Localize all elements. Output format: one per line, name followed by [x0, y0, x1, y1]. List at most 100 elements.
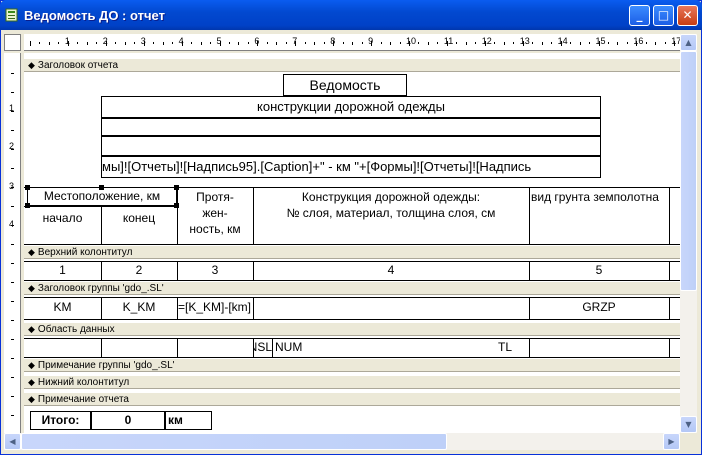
field-nsl[interactable]: NSL: [253, 340, 272, 354]
scroll-up-button[interactable]: ▲: [680, 34, 697, 51]
field-num[interactable]: NUM: [275, 340, 302, 354]
field-grzp[interactable]: GRZP: [529, 300, 669, 314]
vertical-scrollbar[interactable]: ▲ ▼: [680, 34, 697, 433]
section-detail: NSL NUM TL: [24, 336, 680, 358]
section-page-header: 1 2 3 4 5: [24, 259, 680, 281]
ruler-tick: [475, 42, 477, 44]
band-page-header[interactable]: ◆ Верхний колонтитул: [24, 245, 680, 259]
grid-line: [253, 297, 254, 319]
header-length-2[interactable]: жен-: [177, 206, 253, 220]
ruler-tick: [11, 377, 14, 378]
header-construction-1[interactable]: Конструкция дорожной одежды:: [253, 190, 529, 204]
window-title: Ведомость ДО : отчет: [24, 8, 165, 23]
vertical-scroll-thumb[interactable]: [680, 51, 697, 291]
report-subtitle[interactable]: конструкции дорожной одежды: [101, 96, 601, 118]
ruler-tick: [181, 41, 183, 46]
band-arrow-icon: ◆: [28, 377, 35, 387]
vertical-ruler[interactable]: 1234: [4, 53, 21, 433]
selection-handle[interactable]: [99, 185, 104, 190]
ruler-tick: [11, 358, 14, 359]
header-soil[interactable]: вид грунта земполотна: [529, 190, 669, 204]
ruler-tick: [11, 320, 14, 321]
ruler-tick: [589, 42, 591, 44]
colnum-5[interactable]: 5: [529, 263, 669, 277]
report-title[interactable]: Ведомость: [283, 74, 407, 96]
header-length-1[interactable]: Протя-: [177, 190, 253, 204]
grid-line: [101, 338, 102, 358]
colnum-1[interactable]: 1: [24, 263, 101, 277]
field-km[interactable]: KM: [24, 300, 101, 314]
band-arrow-icon: ◆: [28, 324, 35, 334]
ruler-tick: [11, 244, 14, 245]
ruler-tick: [456, 42, 458, 44]
band-page-footer[interactable]: ◆ Нижний колонтитул: [24, 375, 680, 389]
grid-line: [24, 319, 680, 320]
size-grip[interactable]: [680, 433, 697, 450]
ruler-tick: [162, 42, 164, 45]
ruler-tick: [645, 42, 647, 44]
scroll-down-button[interactable]: ▼: [680, 416, 697, 433]
ruler-tick: [200, 42, 202, 45]
field-k-km[interactable]: K_KM: [101, 300, 177, 314]
field-tl[interactable]: TL: [498, 340, 512, 354]
close-icon: ✕: [682, 8, 693, 22]
ruler-tick: [153, 42, 155, 44]
ruler-tick: [238, 42, 240, 45]
horizontal-scroll-thumb[interactable]: [21, 433, 447, 450]
ruler-tick: [39, 42, 41, 44]
ruler-tick: [522, 41, 524, 46]
ruler-tick: [11, 263, 14, 264]
band-detail[interactable]: ◆ Область данных: [24, 322, 680, 336]
band-group-header[interactable]: ◆ Заголовок группы 'gdo_.SL': [24, 281, 680, 295]
ruler-tick: [579, 42, 581, 45]
ruler-mark: 15: [595, 36, 606, 46]
band-arrow-icon: ◆: [28, 394, 35, 404]
grid-line: [669, 338, 670, 358]
ruler-corner[interactable]: [4, 34, 21, 51]
band-arrow-icon: ◆: [28, 283, 35, 293]
header-length-3[interactable]: ность, км: [177, 222, 253, 236]
scroll-right-button[interactable]: ▶: [663, 433, 680, 450]
band-report-footer[interactable]: ◆ Примечание отчета: [24, 392, 680, 406]
ruler-tick: [11, 168, 14, 169]
blank-field[interactable]: [101, 118, 601, 136]
colnum-3[interactable]: 3: [177, 263, 253, 277]
band-arrow-icon: ◆: [28, 360, 35, 370]
ruler-tick: [228, 42, 230, 44]
ruler-tick: [11, 187, 14, 188]
selection-handle[interactable]: [25, 185, 30, 190]
scroll-left-button[interactable]: ◀: [4, 433, 21, 450]
band-label: Область данных: [37, 324, 115, 335]
ruler-tick: [11, 92, 14, 93]
band-group-footer[interactable]: ◆ Примечание группы 'gdo_.SL': [24, 358, 680, 372]
ruler-mark: 17: [671, 36, 680, 46]
header-end[interactable]: конец: [101, 211, 177, 225]
total-label[interactable]: Итого:: [30, 411, 91, 430]
ruler-tick: [399, 42, 401, 44]
ruler-tick: [191, 42, 193, 44]
section-report-footer: Итого: 0 км: [24, 406, 680, 433]
ruler-tick: [333, 41, 335, 46]
ruler-tick: [352, 42, 354, 45]
ruler-tick: [11, 130, 14, 131]
ruler-tick: [11, 149, 14, 150]
section-group-header: KM K_KM =[K_KM]-[km] GRZP: [24, 295, 680, 322]
minimize-button[interactable]: _: [629, 5, 650, 26]
selection-handle[interactable]: [25, 203, 30, 208]
ruler-tick: [77, 42, 79, 44]
band-report-header[interactable]: ◆ Заголовок отчета: [24, 58, 680, 72]
horizontal-scrollbar[interactable]: ◀ ▶: [4, 433, 680, 450]
field-length[interactable]: =[K_KM]-[km]: [177, 300, 253, 314]
expression-field[interactable]: мы]![Отчеты]![Надпись95].[Caption]+" - к…: [101, 156, 601, 178]
colnum-4[interactable]: 4: [253, 263, 529, 277]
blank-field[interactable]: [101, 136, 601, 156]
header-construction-2[interactable]: № слоя, материал, толщина слоя, см: [253, 206, 529, 220]
header-start[interactable]: начало: [24, 211, 101, 225]
total-unit[interactable]: км: [165, 411, 212, 430]
close-button[interactable]: ✕: [677, 5, 698, 26]
total-value[interactable]: 0: [91, 411, 165, 430]
maximize-button[interactable]: □: [653, 5, 674, 26]
colnum-2[interactable]: 2: [101, 263, 177, 277]
title-bar[interactable]: Ведомость ДО : отчет _ □ ✕: [0, 0, 702, 30]
horizontal-ruler[interactable]: 1234567891011121314151617: [24, 34, 680, 51]
